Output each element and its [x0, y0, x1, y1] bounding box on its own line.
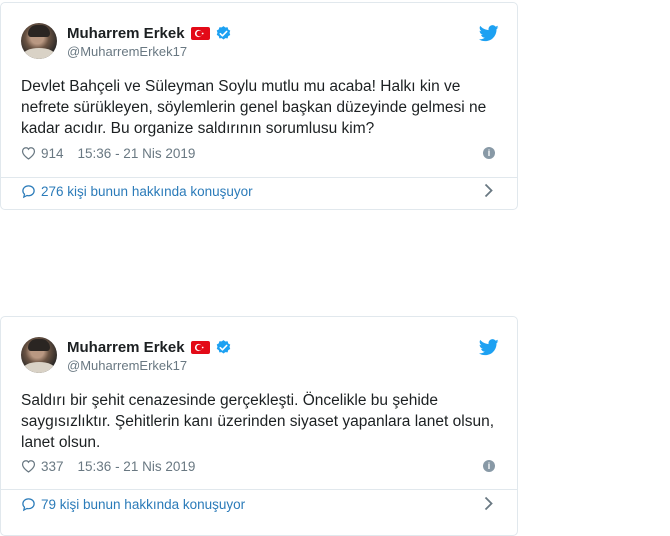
verified-badge-icon: [216, 339, 230, 354]
tweet-card[interactable]: Muharrem Erkek @MuharremErkek17 Saldırı …: [0, 316, 518, 536]
tweet-timestamp[interactable]: 15:36 - 21 Nis 2019: [78, 146, 196, 161]
author-handle[interactable]: @MuharremErkek17: [67, 44, 187, 59]
divider: [1, 489, 517, 490]
discussion-text[interactable]: 276 kişi bunun hakkında konuşuyor: [41, 184, 253, 199]
discussion-link[interactable]: 79 kişi bunun hakkında konuşuyor: [21, 494, 501, 514]
tweet-text: Devlet Bahçeli ve Süleyman Soylu mutlu m…: [21, 78, 487, 137]
tweet-text: Saldırı bir şehit cenazesinde gerçekleşt…: [21, 392, 495, 451]
tweet-meta: 337 15:36 - 21 Nis 2019 i: [21, 457, 501, 475]
avatar[interactable]: [21, 23, 57, 59]
like-count[interactable]: 337: [41, 459, 64, 474]
turkey-flag-icon: [190, 26, 210, 40]
author-row: Muharrem Erkek: [67, 338, 232, 356]
tweet-timestamp[interactable]: 15:36 - 21 Nis 2019: [78, 459, 196, 474]
speech-bubble-icon: [22, 497, 35, 511]
info-icon[interactable]: i: [483, 460, 495, 472]
like-count[interactable]: 914: [41, 146, 64, 161]
discussion-link[interactable]: 276 kişi bunun hakkında konuşuyor: [21, 181, 501, 201]
twitter-bird-icon[interactable]: [479, 339, 499, 356]
chevron-right-icon[interactable]: [484, 496, 493, 511]
author-name[interactable]: Muharrem Erkek: [67, 339, 185, 356]
heart-icon[interactable]: [21, 146, 36, 160]
verified-badge-icon: [216, 25, 230, 40]
tweet-header: Muharrem Erkek @MuharremErkek17: [21, 335, 501, 379]
author-handle[interactable]: @MuharremErkek17: [67, 358, 187, 373]
avatar[interactable]: [21, 337, 57, 373]
author-row: Muharrem Erkek: [67, 24, 232, 42]
author-name[interactable]: Muharrem Erkek: [67, 25, 185, 42]
tweet-card[interactable]: Muharrem Erkek @MuharremErkek17 Devlet B…: [0, 2, 518, 210]
divider: [1, 177, 517, 178]
turkey-flag-icon: [190, 340, 210, 354]
speech-bubble-icon: [22, 184, 35, 198]
info-icon[interactable]: i: [483, 147, 495, 159]
discussion-text[interactable]: 79 kişi bunun hakkında konuşuyor: [41, 497, 245, 512]
tweet-meta: 914 15:36 - 21 Nis 2019 i: [21, 144, 501, 162]
chevron-right-icon[interactable]: [484, 183, 493, 198]
heart-icon[interactable]: [21, 459, 36, 473]
tweet-header: Muharrem Erkek @MuharremErkek17: [21, 21, 501, 65]
twitter-bird-icon[interactable]: [479, 25, 499, 42]
